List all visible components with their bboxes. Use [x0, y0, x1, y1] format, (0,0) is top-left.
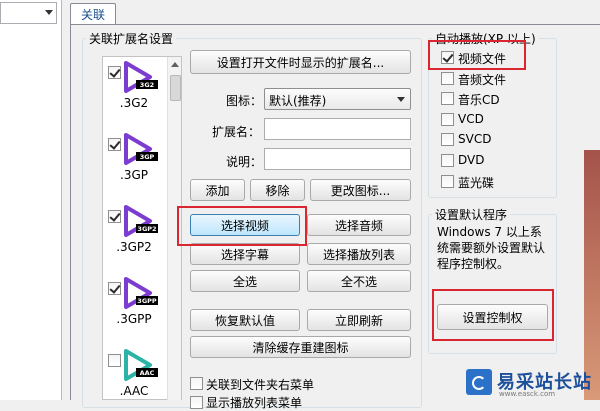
ext-input[interactable] [264, 118, 411, 140]
highlight-select-video [177, 206, 307, 246]
folder-menu-label: 关联到文件夹右菜单 [206, 378, 315, 392]
watermark-logo-icon [466, 369, 492, 395]
highlight-video-file [428, 40, 526, 70]
media-file-icon: AAC [122, 348, 172, 388]
ext-label: 扩展名： [212, 125, 261, 139]
autoplay-checkbox[interactable] [441, 72, 454, 85]
format-badge: 3GP [140, 153, 155, 161]
add-button[interactable]: 添加 [190, 179, 245, 201]
remove-button[interactable]: 移除 [250, 179, 305, 201]
right-edge-decoration [584, 150, 600, 400]
format-checkbox[interactable] [108, 210, 121, 223]
select-audio-button[interactable]: 选择音频 [307, 214, 411, 236]
autoplay-checkbox[interactable] [441, 113, 454, 126]
autoplay-checkbox[interactable] [441, 175, 454, 188]
autoplay-checkbox[interactable] [441, 154, 454, 167]
format-badge: 3GPP [137, 297, 157, 305]
format-label: .3G2 [119, 96, 149, 110]
icon-select[interactable]: 默认(推荐) [264, 88, 411, 110]
format-label: .3GPP [116, 312, 152, 326]
folder-menu-checkbox[interactable] [190, 377, 203, 390]
highlight-set-control [432, 289, 554, 341]
tab-association[interactable]: 关联 [70, 3, 116, 25]
media-file-icon: 3G2 [122, 60, 172, 100]
format-checkbox[interactable] [108, 66, 121, 79]
select-subtitle-button[interactable]: 选择字幕 [190, 243, 300, 265]
scroll-up-icon[interactable] [171, 62, 179, 67]
select-none-button[interactable]: 全不选 [307, 270, 411, 292]
autoplay-item-label: 音频文件 [458, 73, 507, 87]
chevron-down-icon [45, 10, 53, 15]
left-dropdown[interactable] [0, 2, 57, 24]
left-panel [0, 0, 62, 400]
select-playlist-button[interactable]: 选择播放列表 [307, 243, 411, 265]
set-display-ext-button[interactable]: 设置打开文件时显示的扩展名... [190, 50, 411, 74]
media-file-icon: 3GPP [122, 276, 172, 316]
format-checkbox[interactable] [108, 354, 121, 367]
format-label: .3GP [120, 168, 148, 182]
format-label: .3GP2 [116, 240, 152, 254]
refresh-button[interactable]: 立即刷新 [307, 309, 411, 331]
select-all-button[interactable]: 全选 [190, 270, 300, 292]
format-badge: 3G2 [140, 81, 154, 89]
icon-select-value: 默认(推荐) [269, 94, 327, 108]
autoplay-item-label: 蓝光碟 [458, 176, 495, 190]
watermark: 易采站长站 www.easck.com [466, 366, 600, 400]
autoplay-item-label: 音乐CD [458, 93, 500, 107]
format-badge: 3GP2 [137, 225, 156, 233]
autoplay-item-label: SVCD [458, 132, 492, 146]
desc-input[interactable] [264, 148, 411, 170]
ext-settings-title: 关联扩展名设置 [86, 30, 177, 47]
format-checkbox[interactable] [108, 282, 121, 295]
format-badge: AAC [140, 369, 155, 377]
default-program-title: 设置默认程序 [432, 206, 511, 223]
media-file-icon: 3GP [122, 132, 172, 172]
autoplay-checkbox[interactable] [441, 92, 454, 105]
format-checkbox[interactable] [108, 138, 121, 151]
tab-label: 关联 [80, 8, 105, 22]
format-label: .AAC [119, 384, 149, 398]
default-program-description: Windows 7 以上系统需要额外设置默认程序控制权。 [437, 225, 546, 271]
playlist-menu-label: 显示播放列表菜单 [206, 396, 303, 410]
desc-label: 说明： [226, 155, 263, 169]
restore-default-button[interactable]: 恢复默认值 [190, 309, 300, 331]
media-file-icon: 3GP2 [122, 204, 172, 244]
autoplay-checkbox[interactable] [441, 133, 454, 146]
autoplay-item-label: DVD [458, 153, 485, 167]
watermark-subtext: www.easck.com [499, 390, 556, 398]
clear-cache-button[interactable]: 清除缓存重建图标 [190, 336, 411, 358]
autoplay-item-label: VCD [458, 112, 484, 126]
chevron-down-icon [397, 97, 405, 102]
change-icon-button[interactable]: 更改图标... [310, 179, 411, 201]
icon-label: 图标： [226, 94, 263, 108]
playlist-menu-checkbox[interactable] [190, 396, 203, 409]
